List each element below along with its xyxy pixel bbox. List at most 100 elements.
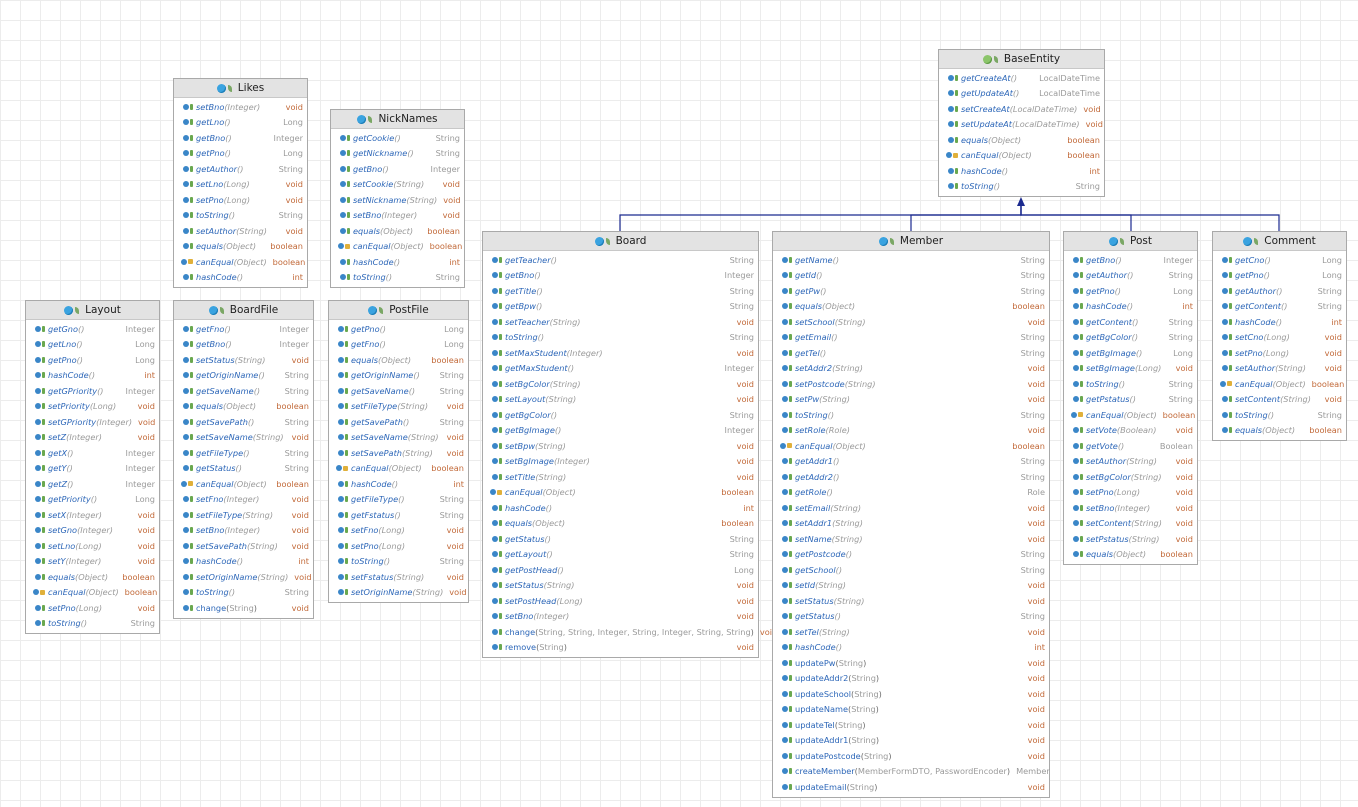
method-row[interactable]: getTitle() String (483, 283, 758, 299)
method-row[interactable]: getBno() Integer (174, 337, 313, 353)
class-box-nicknames[interactable]: NickNames getCookie() String getNickname() S… (330, 109, 465, 288)
inheritance-edge-comment[interactable] (1020, 205, 1280, 231)
method-row[interactable]: getAddr2() String (773, 469, 1049, 485)
method-row[interactable]: setPno(Long) void (174, 192, 307, 208)
method-row[interactable]: equals(Object) boolean (939, 132, 1104, 148)
method-row[interactable]: hashCode() int (1213, 314, 1346, 330)
method-row[interactable]: getPostHead() Long (483, 562, 758, 578)
method-row[interactable]: hashCode() int (1064, 299, 1197, 315)
method-row[interactable]: setPno(Long) void (26, 600, 159, 616)
method-row[interactable]: canEqual(Object) boolean (1213, 376, 1346, 392)
method-row[interactable]: setLayout(String) void (483, 392, 758, 408)
class-box-post[interactable]: Post getBno() Integer getAuthor() String getP… (1063, 231, 1198, 565)
method-row[interactable]: setSchool(String) void (773, 314, 1049, 330)
method-row[interactable]: setPostcode(String) void (773, 376, 1049, 392)
method-row[interactable]: setFno(Integer) void (174, 492, 313, 508)
class-box-postfile[interactable]: PostFile getPno() Long getFno() Long equals(O… (328, 300, 469, 603)
method-row[interactable]: setBno(Integer) void (1064, 500, 1197, 516)
method-row[interactable]: updateEmail(String) void (773, 779, 1049, 795)
method-row[interactable]: getBpw() String (483, 299, 758, 315)
method-row[interactable]: updateAddr1(String) void (773, 733, 1049, 749)
method-row[interactable]: toString() String (773, 407, 1049, 423)
method-row[interactable]: hashCode() int (26, 368, 159, 384)
method-row[interactable]: equals(Object) boolean (773, 299, 1049, 315)
method-row[interactable]: getPno() Long (1213, 268, 1346, 284)
method-row[interactable]: getOriginName() String (174, 368, 313, 384)
method-row[interactable]: setLno(Long) void (26, 538, 159, 554)
method-row[interactable]: toString() String (1213, 407, 1346, 423)
method-row[interactable]: setId(String) void (773, 578, 1049, 594)
method-row[interactable]: canEqual(Object) boolean (1064, 407, 1197, 423)
method-row[interactable]: setBgColor(String) void (483, 376, 758, 392)
method-row[interactable]: getNickname() String (331, 146, 464, 162)
method-row[interactable]: toString() String (939, 179, 1104, 195)
method-row[interactable]: canEqual(Object) boolean (483, 485, 758, 501)
method-row[interactable]: createMember(MemberFormDTO, PasswordEnco… (773, 764, 1050, 780)
method-row[interactable]: updatePw(String) void (773, 655, 1049, 671)
method-row[interactable]: setPostHead(Long) void (483, 593, 758, 609)
method-row[interactable]: getBgColor() String (1064, 330, 1197, 346)
method-row[interactable]: setPstatus(String) void (1064, 531, 1197, 547)
class-header[interactable]: Member (773, 232, 1049, 251)
class-box-board[interactable]: Board getTeacher() String getBno() Integer ge… (482, 231, 777, 658)
method-row[interactable]: equals(Object) boolean (329, 352, 468, 368)
method-row[interactable]: setRole(Role) void (773, 423, 1049, 439)
class-box-layout[interactable]: Layout getGno() Integer getLno() Long getPno(… (25, 300, 160, 634)
method-row[interactable]: canEqual(Object) boolean (174, 254, 307, 270)
class-box-baseentity[interactable]: BaseEntity getCreateAt() LocalDateTime getU… (938, 49, 1105, 197)
method-row[interactable]: setSavePath(String) void (329, 445, 468, 461)
method-row[interactable]: toString() String (1064, 376, 1197, 392)
method-row[interactable]: getGno() Integer (26, 321, 159, 337)
class-header[interactable]: Likes (174, 79, 307, 98)
method-row[interactable]: setContent(String) void (1213, 392, 1346, 408)
method-row[interactable]: equals(Object) boolean (1213, 423, 1346, 439)
method-row[interactable]: setLno(Long) void (174, 177, 307, 193)
class-header[interactable]: BoardFile (174, 301, 313, 320)
method-row[interactable]: hashCode() int (483, 500, 758, 516)
method-row[interactable]: toString() String (174, 585, 313, 601)
method-row[interactable]: setPriority(Long) void (26, 399, 159, 415)
method-row[interactable]: toString() String (331, 270, 464, 286)
method-row[interactable]: setAuthor(String) void (1213, 361, 1346, 377)
method-row[interactable]: setTel(String) void (773, 624, 1049, 640)
method-row[interactable]: hashCode() int (329, 476, 468, 492)
method-row[interactable]: toString() String (483, 330, 758, 346)
method-row[interactable]: updateName(String) void (773, 702, 1049, 718)
method-row[interactable]: getAddr1() String (773, 454, 1049, 470)
method-row[interactable]: getPostcode() String (773, 547, 1049, 563)
method-row[interactable]: getGPriority() Integer (26, 383, 159, 399)
method-row[interactable]: getVote() Boolean (1064, 438, 1197, 454)
method-row[interactable]: setFileType(String) void (174, 507, 313, 523)
method-row[interactable]: equals(Object) boolean (174, 399, 313, 415)
method-row[interactable]: setSavePath(String) void (174, 538, 313, 554)
method-row[interactable]: getStatus() String (483, 531, 758, 547)
method-row[interactable]: getPno() Long (26, 352, 159, 368)
method-row[interactable]: getMaxStudent() Integer (483, 361, 758, 377)
class-box-likes[interactable]: Likes setBno(Integer) void getLno() Long getB… (173, 78, 308, 288)
method-row[interactable]: canEqual(Object) boolean (174, 476, 313, 492)
method-row[interactable]: updateSchool(String) void (773, 686, 1049, 702)
method-row[interactable]: getTeacher() String (483, 252, 758, 268)
class-box-member[interactable]: Member getName() String getId() String getPw(… (772, 231, 1050, 798)
method-row[interactable]: toString() String (329, 554, 468, 570)
method-row[interactable]: getFileType() String (174, 445, 313, 461)
method-row[interactable]: getX() Integer (26, 445, 159, 461)
method-row[interactable]: setX(Integer) void (26, 507, 159, 523)
method-row[interactable]: setMaxStudent(Integer) void (483, 345, 758, 361)
method-row[interactable]: getLno() Long (26, 337, 159, 353)
method-row[interactable]: equals(Object) boolean (331, 223, 464, 239)
class-header[interactable]: NickNames (331, 110, 464, 129)
method-row[interactable]: change(String) void (174, 600, 313, 616)
method-row[interactable]: setSaveName(String) void (329, 430, 468, 446)
method-row[interactable]: getFno() Long (329, 337, 468, 353)
method-row[interactable]: getCookie() String (331, 130, 464, 146)
method-row[interactable]: remove(String) void (483, 640, 758, 656)
method-row[interactable]: setAuthor(String) void (1064, 454, 1197, 470)
method-row[interactable]: getBno() Integer (174, 130, 307, 146)
method-row[interactable]: getPstatus() String (1064, 392, 1197, 408)
method-row[interactable]: setUpdateAt(LocalDateTime) void (939, 117, 1104, 133)
method-row[interactable]: getSchool() String (773, 562, 1049, 578)
method-row[interactable]: canEqual(Object) boolean (939, 148, 1104, 164)
method-row[interactable]: setGPriority(Integer) void (26, 414, 159, 430)
method-row[interactable]: setOriginName(String) void (329, 585, 468, 601)
